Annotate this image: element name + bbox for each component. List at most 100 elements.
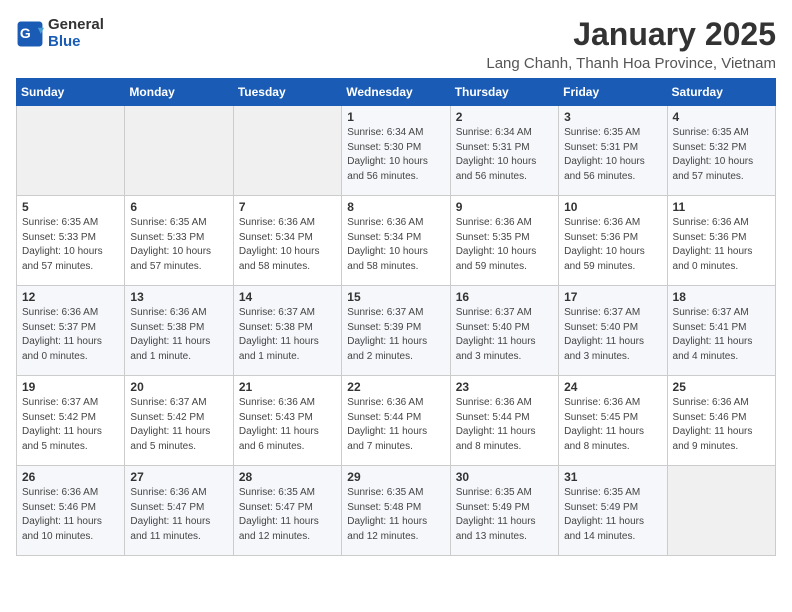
day-info: Sunrise: 6:37 AM Sunset: 5:40 PM Dayligh…: [564, 306, 661, 364]
calendar-table: SundayMondayTuesdayWednesdayThursdayFrid…: [16, 78, 776, 556]
day-number: 6: [130, 200, 227, 214]
day-number: 29: [347, 470, 444, 484]
week-row-5: 26 Sunrise: 6:36 AM Sunset: 5:46 PM Dayli…: [17, 466, 776, 556]
logo-icon: G: [16, 20, 44, 48]
day-info: Sunrise: 6:36 AM Sunset: 5:36 PM Dayligh…: [673, 216, 770, 274]
day-number: 17: [564, 290, 661, 304]
day-info: Sunrise: 6:35 AM Sunset: 5:31 PM Dayligh…: [564, 126, 661, 184]
weekday-header-friday: Friday: [559, 79, 667, 106]
day-info: Sunrise: 6:35 AM Sunset: 5:49 PM Dayligh…: [564, 486, 661, 544]
calendar-cell: 8 Sunrise: 6:36 AM Sunset: 5:34 PM Daylig…: [342, 196, 450, 286]
day-number: 13: [130, 290, 227, 304]
day-info: Sunrise: 6:34 AM Sunset: 5:31 PM Dayligh…: [456, 126, 553, 184]
day-number: 2: [456, 110, 553, 124]
logo-blue-text: Blue: [48, 33, 81, 50]
calendar-cell: 23 Sunrise: 6:36 AM Sunset: 5:44 PM Dayli…: [450, 376, 558, 466]
page-header: G General Blue January 2025 Lang Chanh, …: [16, 16, 776, 72]
day-info: Sunrise: 6:35 AM Sunset: 5:32 PM Dayligh…: [673, 126, 770, 184]
calendar-cell: 22 Sunrise: 6:36 AM Sunset: 5:44 PM Dayli…: [342, 376, 450, 466]
calendar-cell: 10 Sunrise: 6:36 AM Sunset: 5:36 PM Dayli…: [559, 196, 667, 286]
day-number: 28: [239, 470, 336, 484]
day-number: 26: [22, 470, 119, 484]
calendar-cell: 9 Sunrise: 6:36 AM Sunset: 5:35 PM Daylig…: [450, 196, 558, 286]
day-number: 16: [456, 290, 553, 304]
calendar-cell: 6 Sunrise: 6:35 AM Sunset: 5:33 PM Daylig…: [125, 196, 233, 286]
day-info: Sunrise: 6:35 AM Sunset: 5:33 PM Dayligh…: [22, 216, 119, 274]
weekday-header-thursday: Thursday: [450, 79, 558, 106]
weekday-header-sunday: Sunday: [17, 79, 125, 106]
day-number: 5: [22, 200, 119, 214]
day-info: Sunrise: 6:36 AM Sunset: 5:38 PM Dayligh…: [130, 306, 227, 364]
calendar-cell: 30 Sunrise: 6:35 AM Sunset: 5:49 PM Dayli…: [450, 466, 558, 556]
calendar-cell: [125, 106, 233, 196]
weekday-header-tuesday: Tuesday: [233, 79, 341, 106]
calendar-cell: 28 Sunrise: 6:35 AM Sunset: 5:47 PM Dayli…: [233, 466, 341, 556]
weekday-header-saturday: Saturday: [667, 79, 775, 106]
day-number: 10: [564, 200, 661, 214]
day-info: Sunrise: 6:36 AM Sunset: 5:37 PM Dayligh…: [22, 306, 119, 364]
weekday-header-wednesday: Wednesday: [342, 79, 450, 106]
weekday-header-monday: Monday: [125, 79, 233, 106]
day-number: 9: [456, 200, 553, 214]
week-row-2: 5 Sunrise: 6:35 AM Sunset: 5:33 PM Daylig…: [17, 196, 776, 286]
calendar-subtitle: Lang Chanh, Thanh Hoa Province, Vietnam: [486, 55, 776, 72]
week-row-3: 12Sunrise: 6:36 AM Sunset: 5:37 PM Dayli…: [17, 286, 776, 376]
day-number: 3: [564, 110, 661, 124]
day-info: Sunrise: 6:36 AM Sunset: 5:44 PM Dayligh…: [347, 396, 444, 454]
day-number: 22: [347, 380, 444, 394]
day-number: 19: [22, 380, 119, 394]
day-number: 30: [456, 470, 553, 484]
day-number: 23: [456, 380, 553, 394]
day-info: Sunrise: 6:36 AM Sunset: 5:34 PM Dayligh…: [239, 216, 336, 274]
day-info: Sunrise: 6:36 AM Sunset: 5:46 PM Dayligh…: [22, 486, 119, 544]
calendar-cell: 27 Sunrise: 6:36 AM Sunset: 5:47 PM Dayli…: [125, 466, 233, 556]
day-number: 1: [347, 110, 444, 124]
day-info: Sunrise: 6:36 AM Sunset: 5:34 PM Dayligh…: [347, 216, 444, 274]
calendar-cell: [233, 106, 341, 196]
day-number: 21: [239, 380, 336, 394]
day-number: 15: [347, 290, 444, 304]
day-info: Sunrise: 6:37 AM Sunset: 5:42 PM Dayligh…: [22, 396, 119, 454]
day-number: 31: [564, 470, 661, 484]
calendar-cell: 3 Sunrise: 6:35 AM Sunset: 5:31 PM Daylig…: [559, 106, 667, 196]
day-info: Sunrise: 6:36 AM Sunset: 5:36 PM Dayligh…: [564, 216, 661, 274]
day-info: Sunrise: 6:36 AM Sunset: 5:47 PM Dayligh…: [130, 486, 227, 544]
week-row-1: 1 Sunrise: 6:34 AM Sunset: 5:30 PM Daylig…: [17, 106, 776, 196]
day-info: Sunrise: 6:36 AM Sunset: 5:43 PM Dayligh…: [239, 396, 336, 454]
calendar-cell: [17, 106, 125, 196]
calendar-cell: 1 Sunrise: 6:34 AM Sunset: 5:30 PM Daylig…: [342, 106, 450, 196]
day-number: 20: [130, 380, 227, 394]
logo: G General Blue: [16, 16, 104, 51]
calendar-cell: 17 Sunrise: 6:37 AM Sunset: 5:40 PM Dayli…: [559, 286, 667, 376]
title-block: January 2025 Lang Chanh, Thanh Hoa Provi…: [486, 16, 776, 72]
day-info: Sunrise: 6:37 AM Sunset: 5:41 PM Dayligh…: [673, 306, 770, 364]
calendar-cell: 25Sunrise: 6:36 AM Sunset: 5:46 PM Dayli…: [667, 376, 775, 466]
calendar-cell: 7Sunrise: 6:36 AM Sunset: 5:34 PM Daylig…: [233, 196, 341, 286]
day-info: Sunrise: 6:35 AM Sunset: 5:49 PM Dayligh…: [456, 486, 553, 544]
calendar-cell: 24Sunrise: 6:36 AM Sunset: 5:45 PM Dayli…: [559, 376, 667, 466]
calendar-cell: 13 Sunrise: 6:36 AM Sunset: 5:38 PM Dayli…: [125, 286, 233, 376]
day-number: 24: [564, 380, 661, 394]
day-info: Sunrise: 6:35 AM Sunset: 5:33 PM Dayligh…: [130, 216, 227, 274]
day-info: Sunrise: 6:36 AM Sunset: 5:44 PM Dayligh…: [456, 396, 553, 454]
weekday-header-row: SundayMondayTuesdayWednesdayThursdayFrid…: [17, 79, 776, 106]
calendar-cell: 12Sunrise: 6:36 AM Sunset: 5:37 PM Dayli…: [17, 286, 125, 376]
day-info: Sunrise: 6:34 AM Sunset: 5:30 PM Dayligh…: [347, 126, 444, 184]
svg-text:G: G: [20, 24, 31, 40]
calendar-cell: 31 Sunrise: 6:35 AM Sunset: 5:49 PM Dayli…: [559, 466, 667, 556]
calendar-cell: 19 Sunrise: 6:37 AM Sunset: 5:42 PM Dayli…: [17, 376, 125, 466]
calendar-cell: 4Sunrise: 6:35 AM Sunset: 5:32 PM Daylig…: [667, 106, 775, 196]
calendar-cell: 2 Sunrise: 6:34 AM Sunset: 5:31 PM Daylig…: [450, 106, 558, 196]
day-number: 8: [347, 200, 444, 214]
day-info: Sunrise: 6:35 AM Sunset: 5:48 PM Dayligh…: [347, 486, 444, 544]
week-row-4: 19 Sunrise: 6:37 AM Sunset: 5:42 PM Dayli…: [17, 376, 776, 466]
day-info: Sunrise: 6:36 AM Sunset: 5:35 PM Dayligh…: [456, 216, 553, 274]
calendar-cell: [667, 466, 775, 556]
calendar-cell: 5 Sunrise: 6:35 AM Sunset: 5:33 PM Daylig…: [17, 196, 125, 286]
calendar-cell: 15Sunrise: 6:37 AM Sunset: 5:39 PM Dayli…: [342, 286, 450, 376]
day-number: 25: [673, 380, 770, 394]
day-number: 14: [239, 290, 336, 304]
day-info: Sunrise: 6:35 AM Sunset: 5:47 PM Dayligh…: [239, 486, 336, 544]
day-number: 18: [673, 290, 770, 304]
day-number: 27: [130, 470, 227, 484]
